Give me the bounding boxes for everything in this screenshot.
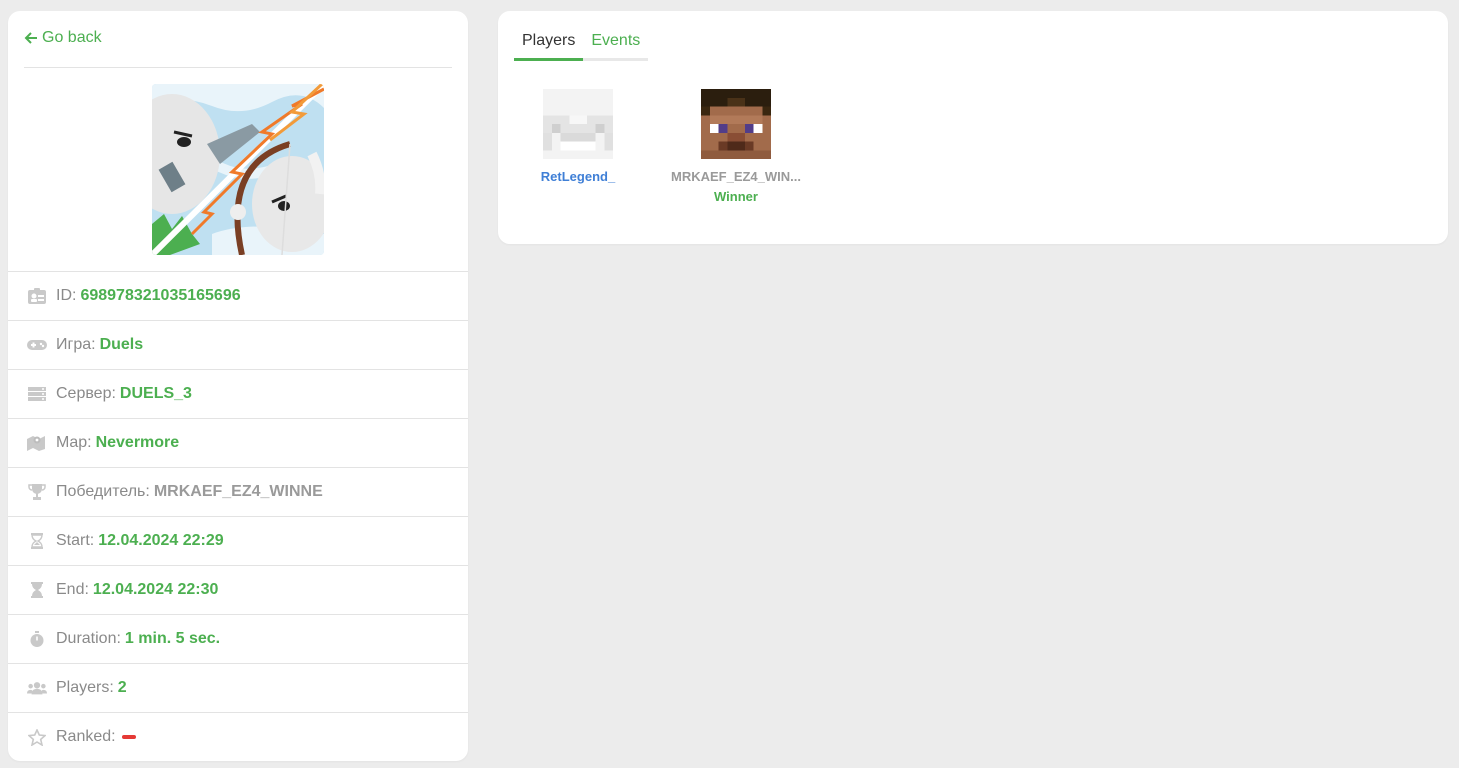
hourglass-start-icon bbox=[27, 532, 47, 550]
match-info-panel: Go back ID: 698978321035165696 Игра: Due… bbox=[8, 11, 468, 761]
end-value: 12.04.2024 22:30 bbox=[92, 581, 219, 598]
trophy-icon bbox=[27, 483, 47, 501]
players-count-value: 2 bbox=[117, 679, 127, 696]
info-label: Сервер: bbox=[56, 385, 116, 402]
info-row-duration: Duration: 1 min. 5 sec. bbox=[8, 614, 468, 663]
info-row-players: Players: 2 bbox=[8, 663, 468, 712]
tab-events[interactable]: Events bbox=[583, 32, 649, 61]
tab-players[interactable]: Players bbox=[514, 32, 584, 61]
player-avatar bbox=[701, 89, 771, 159]
info-row-server: Сервер: DUELS_3 bbox=[8, 369, 468, 418]
winner-value: MRKAEF_EZ4_WINNE bbox=[153, 483, 323, 500]
info-label: Players: bbox=[56, 679, 114, 696]
server-icon bbox=[27, 385, 47, 403]
info-label: End: bbox=[56, 581, 89, 598]
go-back-link[interactable]: Go back bbox=[24, 29, 102, 47]
player-card[interactable]: RetLegend_ bbox=[538, 89, 618, 184]
info-row-id: ID: 698978321035165696 bbox=[8, 271, 468, 320]
stopwatch-icon bbox=[27, 630, 47, 648]
star-icon bbox=[27, 728, 47, 746]
go-back-label: Go back bbox=[42, 29, 102, 46]
player-avatar bbox=[543, 89, 613, 159]
divider bbox=[24, 67, 452, 68]
info-row-game: Игра: Duels bbox=[8, 320, 468, 369]
start-value: 12.04.2024 22:29 bbox=[98, 532, 224, 549]
winner-badge: Winner bbox=[714, 189, 758, 204]
users-icon bbox=[27, 679, 47, 697]
player-name[interactable]: MRKAEF_EZ4_WIN... bbox=[670, 169, 802, 184]
player-card[interactable]: MRKAEF_EZ4_WIN... Winner bbox=[670, 89, 802, 204]
info-label: Duration: bbox=[56, 630, 121, 647]
tab-bar: Players Events bbox=[514, 32, 649, 61]
arrow-left-icon bbox=[24, 32, 37, 44]
map-value: Nevermore bbox=[95, 434, 180, 451]
player-name[interactable]: RetLegend_ bbox=[538, 169, 618, 184]
info-rows: ID: 698978321035165696 Игра: Duels Серве… bbox=[8, 271, 468, 761]
info-label: ID: bbox=[56, 287, 77, 304]
info-row-start: Start: 12.04.2024 22:29 bbox=[8, 516, 468, 565]
game-mode-image bbox=[152, 84, 324, 255]
info-label: Игра: bbox=[56, 336, 96, 353]
game-value: Duels bbox=[99, 336, 144, 353]
server-value: DUELS_3 bbox=[119, 385, 192, 402]
duration-value: 1 min. 5 sec. bbox=[124, 630, 221, 647]
players-panel: Players Events RetLegend_ MRKAEF_EZ4_WIN… bbox=[498, 11, 1448, 244]
info-label: Map: bbox=[56, 434, 92, 451]
ranked-no-indicator bbox=[121, 735, 136, 739]
info-label: Победитель: bbox=[56, 483, 150, 500]
info-label: Start: bbox=[56, 532, 95, 549]
info-row-end: End: 12.04.2024 22:30 bbox=[8, 565, 468, 614]
info-row-map: Map: Nevermore bbox=[8, 418, 468, 467]
hourglass-end-icon bbox=[27, 581, 47, 599]
gamepad-icon bbox=[27, 336, 47, 354]
id-card-icon bbox=[27, 287, 47, 305]
info-row-ranked: Ranked: bbox=[8, 712, 468, 761]
info-row-winner: Победитель: MRKAEF_EZ4_WINNE bbox=[8, 467, 468, 516]
map-icon bbox=[27, 434, 47, 452]
info-label: Ranked: bbox=[56, 728, 116, 745]
match-id-value: 698978321035165696 bbox=[80, 287, 241, 304]
